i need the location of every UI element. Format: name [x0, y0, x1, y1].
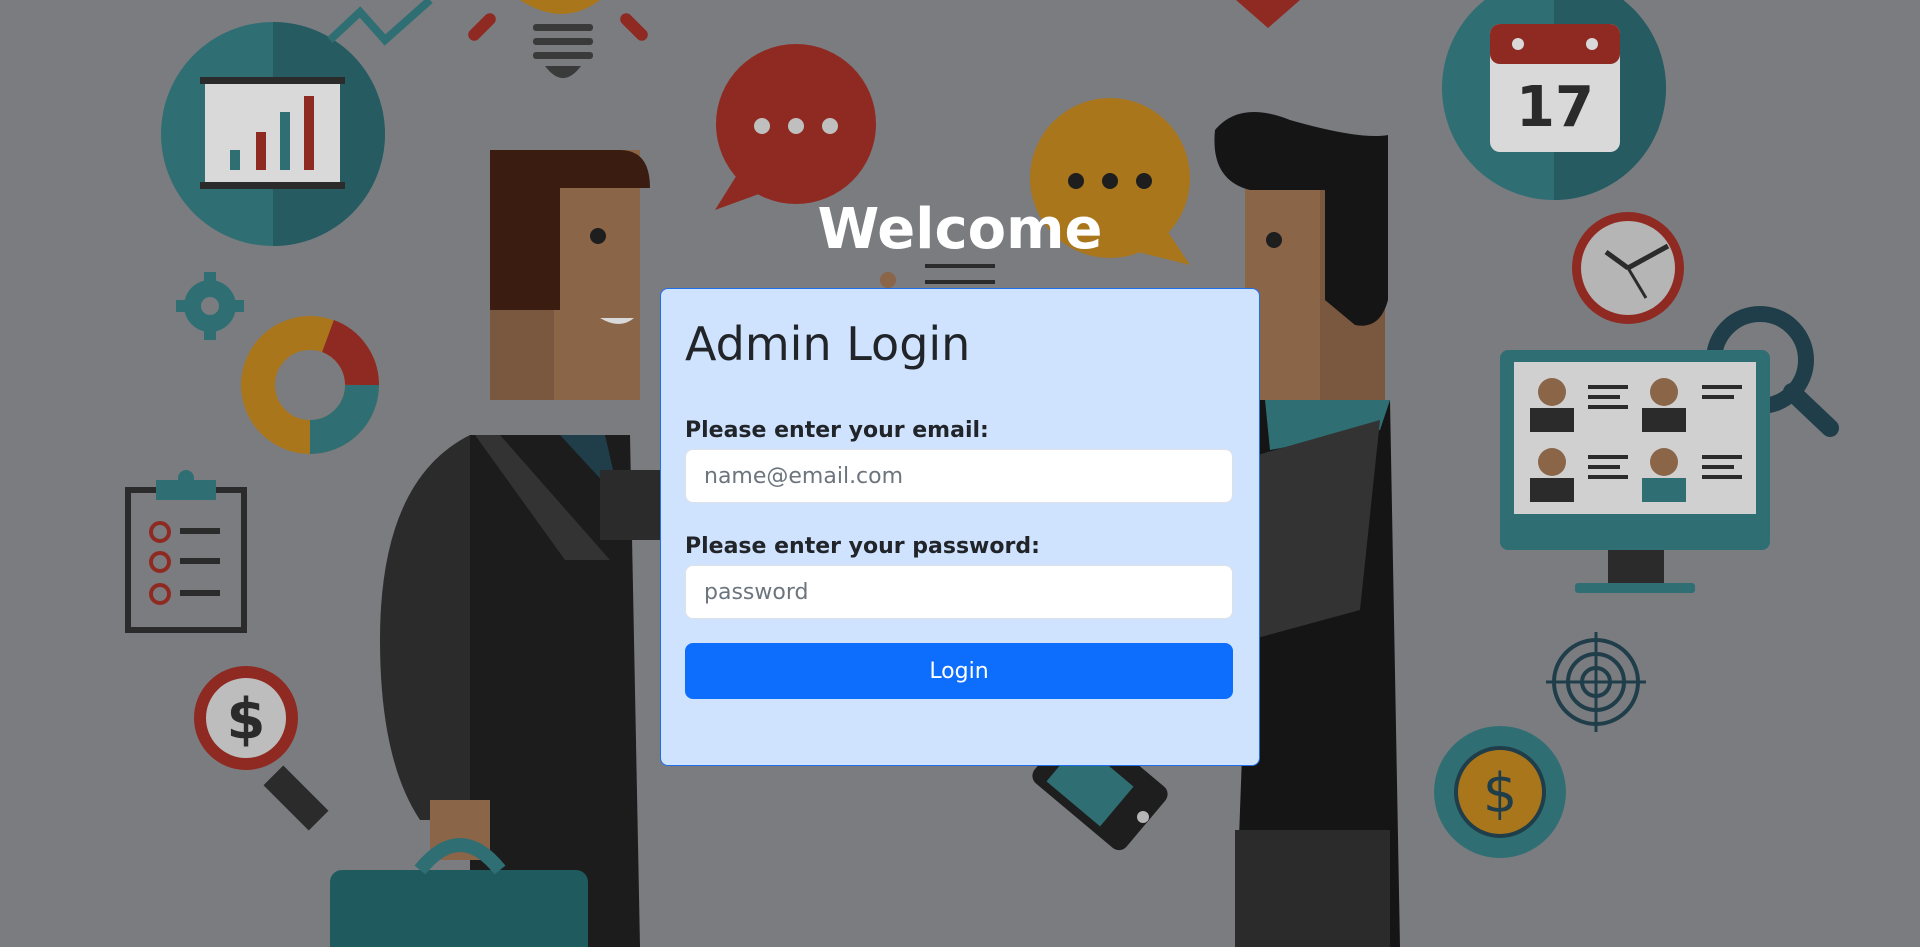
currency-symbol-text: $ [1483, 762, 1517, 825]
password-label: Please enter your password: [685, 534, 1040, 559]
welcome-heading: Welcome [817, 197, 1103, 262]
login-card: Admin Login Please enter your email: Ple… [660, 288, 1260, 766]
email-field[interactable] [685, 449, 1233, 503]
login-button[interactable]: Login [685, 643, 1233, 699]
email-label: Please enter your email: [685, 418, 989, 443]
password-field[interactable] [685, 565, 1233, 619]
calendar-day-text: 17 [1516, 75, 1594, 140]
dollar-icon: $ [1434, 726, 1566, 858]
login-title: Admin Login [685, 317, 971, 371]
clipboard-icon [125, 470, 247, 633]
svg-text:$: $ [227, 687, 266, 752]
